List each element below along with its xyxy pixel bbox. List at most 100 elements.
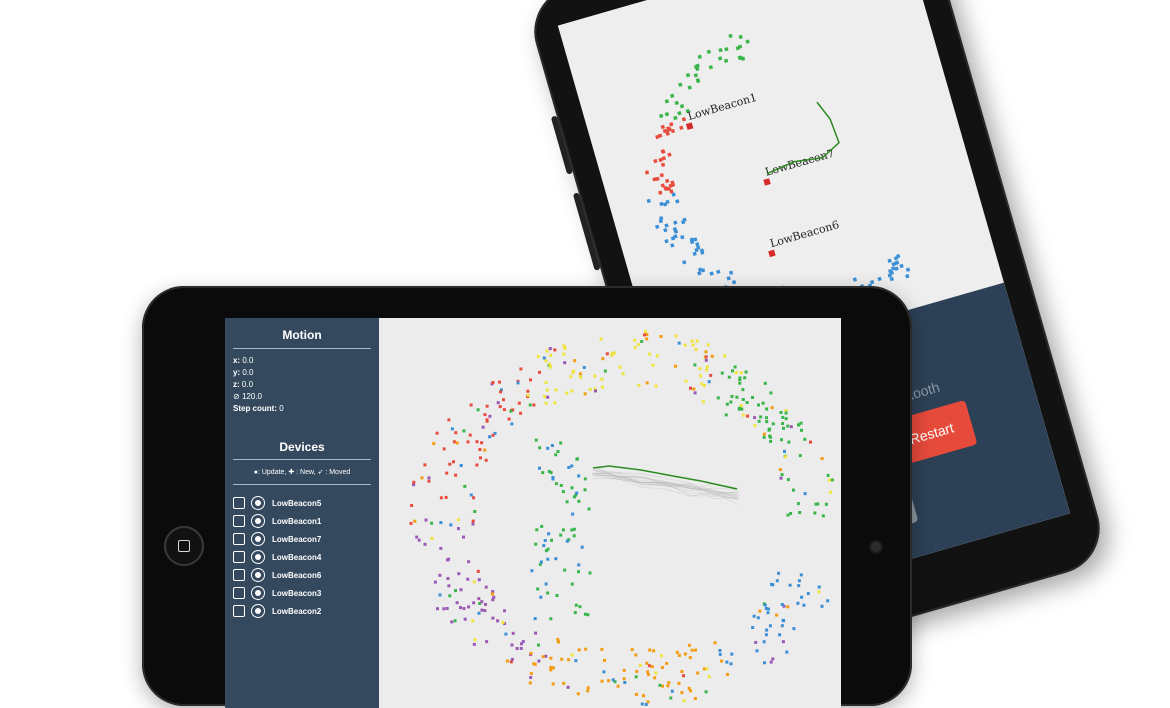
beacon-label: LowBeacon6	[768, 218, 840, 250]
scatter-point	[806, 592, 810, 596]
device-radio[interactable]	[251, 586, 265, 600]
scatter-point	[459, 606, 462, 610]
scatter-point	[423, 542, 427, 546]
phone-scatter-point	[728, 33, 733, 39]
device-radio[interactable]	[251, 496, 265, 510]
scatter-point	[483, 413, 487, 417]
scatter-point	[491, 598, 495, 602]
device-checkbox[interactable]	[233, 551, 245, 563]
phone-scatter-point	[646, 198, 651, 204]
device-row[interactable]: LowBeacon2	[233, 602, 373, 620]
scatter-point	[537, 643, 540, 647]
home-button[interactable]	[164, 526, 204, 566]
phone-scatter-point	[669, 122, 674, 127]
scatter-point	[768, 427, 772, 431]
scatter-point	[570, 464, 574, 468]
device-checkbox[interactable]	[233, 569, 245, 581]
scatter-point	[786, 424, 790, 428]
scatter-point	[571, 371, 575, 375]
phone-scatter-point	[891, 266, 896, 271]
device-label: LowBeacon1	[272, 516, 322, 526]
scatter-point	[529, 672, 533, 675]
tablet-map-canvas[interactable]	[379, 318, 841, 708]
scatter-point	[491, 616, 495, 620]
device-radio[interactable]	[251, 514, 265, 528]
device-radio[interactable]	[251, 550, 265, 564]
scatter-point	[577, 563, 581, 567]
scatter-point	[727, 375, 731, 379]
device-row[interactable]: LowBeacon1	[233, 512, 373, 530]
scatter-point	[713, 641, 717, 645]
scatter-point	[646, 700, 650, 704]
scatter-point	[515, 647, 519, 650]
scatter-point	[737, 407, 741, 411]
scatter-point	[469, 493, 473, 497]
scatter-point	[826, 599, 830, 603]
device-radio[interactable]	[251, 532, 265, 546]
scatter-point	[529, 676, 533, 679]
scatter-point	[724, 413, 728, 417]
scatter-point	[574, 659, 578, 663]
scatter-point	[757, 403, 760, 407]
scatter-point	[557, 640, 560, 644]
scatter-point	[462, 429, 466, 433]
phone-scatter-point	[889, 276, 894, 282]
device-checkbox[interactable]	[233, 587, 245, 599]
scatter-point	[821, 514, 825, 518]
device-checkbox[interactable]	[233, 533, 245, 545]
scatter-point	[501, 621, 505, 624]
scatter-point	[765, 407, 769, 411]
scatter-point	[704, 350, 708, 354]
phone-scatter-point	[659, 201, 664, 207]
scatter-point	[605, 352, 609, 356]
scatter-point	[783, 449, 786, 453]
scatter-point	[447, 418, 451, 422]
scatter-point	[498, 380, 501, 384]
scatter-point	[438, 593, 442, 597]
scatter-point	[694, 648, 697, 652]
device-row[interactable]: LowBeacon6	[233, 566, 373, 584]
scatter-point	[454, 431, 458, 435]
device-checkbox[interactable]	[233, 497, 245, 509]
device-checkbox[interactable]	[233, 515, 245, 527]
phone-scatter-point	[692, 251, 697, 257]
scatter-point	[424, 518, 428, 522]
x-label: x:	[233, 356, 241, 365]
device-row[interactable]: LowBeacon7	[233, 530, 373, 548]
scatter-point	[534, 631, 538, 635]
scatter-point	[485, 418, 489, 422]
scatter-point	[765, 420, 769, 424]
scatter-point	[572, 534, 576, 538]
scatter-point	[707, 380, 711, 384]
devices-title: Devices	[279, 440, 325, 454]
scatter-point	[660, 654, 663, 658]
scatter-point	[634, 675, 638, 679]
scatter-point	[745, 401, 749, 404]
scatter-point	[540, 524, 544, 528]
phone-scatter-point	[726, 276, 731, 281]
phone-scatter-point	[660, 162, 666, 167]
scatter-point	[706, 343, 710, 347]
scatter-point	[691, 343, 695, 347]
device-radio[interactable]	[251, 604, 265, 618]
device-checkbox[interactable]	[233, 605, 245, 617]
x-value: 0.0	[242, 356, 254, 365]
device-row[interactable]: LowBeacon5	[233, 494, 373, 512]
scatter-point	[645, 381, 649, 385]
scatter-point	[775, 579, 779, 583]
scatter-point	[580, 545, 584, 549]
scatter-point	[559, 533, 563, 537]
scatter-point	[534, 542, 538, 546]
scatter-point	[753, 424, 757, 428]
device-row[interactable]: LowBeacon3	[233, 584, 373, 602]
device-radio[interactable]	[251, 568, 265, 582]
scatter-point	[477, 578, 481, 582]
phone-scatter-point	[658, 190, 663, 195]
scatter-point	[447, 557, 451, 561]
scatter-point	[716, 396, 720, 400]
step-count-label: Step count:	[233, 404, 277, 413]
phone-scatter-point	[673, 220, 678, 225]
beacon-marker	[768, 249, 776, 258]
device-row[interactable]: LowBeacon4	[233, 548, 373, 566]
scatter-point	[602, 670, 606, 674]
